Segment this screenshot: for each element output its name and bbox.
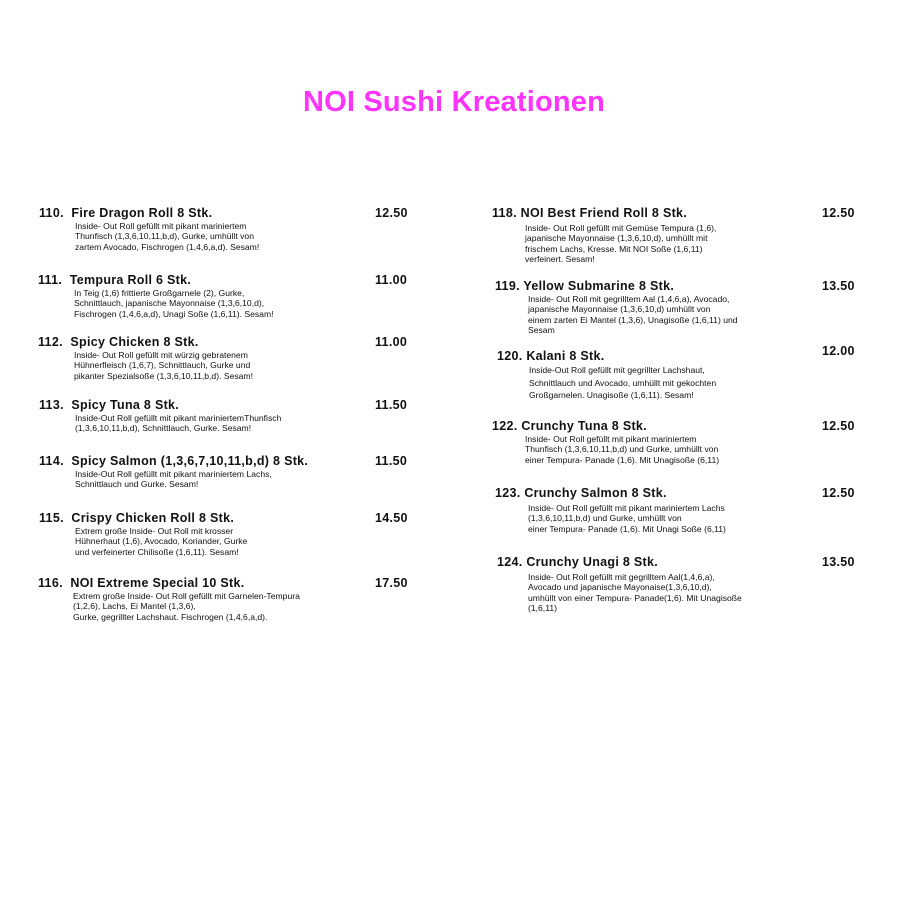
- menu-item-115: 115. Crispy Chicken Roll 8 Stk. 14.50 Ex…: [39, 511, 414, 557]
- item-name: 119. Yellow Submarine 8 Stk.: [495, 279, 675, 293]
- item-description: Inside- Out Roll gefüllt mit würzig gebr…: [74, 350, 253, 381]
- menu-item-119: 119. Yellow Submarine 8 Stk. 13.50 Insid…: [495, 279, 862, 335]
- item-name: 113. Spicy Tuna 8 Stk.: [39, 398, 180, 412]
- item-name: 111. Tempura Roll 6 Stk.: [38, 273, 192, 287]
- item-description: Inside- Out Roll gefüllt mit gegrilltem …: [528, 572, 742, 614]
- item-name: 116. NOI Extreme Special 10 Stk.: [38, 576, 245, 590]
- item-price: 12.50: [822, 206, 855, 220]
- menu-item-113: 113. Spicy Tuna 8 Stk. 11.50 Inside-Out …: [39, 398, 414, 433]
- item-price: 13.50: [822, 555, 855, 569]
- menu-item-112: 112. Spicy Chicken 8 Stk. 11.00 Inside- …: [38, 335, 414, 381]
- menu-item-118: 118. NOI Best Friend Roll 8 Stk. 12.50 I…: [492, 206, 862, 264]
- item-description: Extrem große Inside- Out Roll gefüllt mi…: [73, 591, 300, 622]
- item-name: 114. Spicy Salmon (1,3,6,7,10,11,b,d) 8 …: [39, 454, 309, 468]
- menu-item-111: 111. Tempura Roll 6 Stk. 11.00 In Teig (…: [38, 273, 414, 319]
- page-title: NOI Sushi Kreationen: [302, 86, 606, 118]
- menu-item-122: 122. Crunchy Tuna 8 Stk. 12.50 Inside- O…: [492, 419, 862, 465]
- menu-item-123: 123. Crunchy Salmon 8 Stk. 12.50 Inside-…: [495, 486, 862, 534]
- item-description: Inside-Out Roll gefüllt mit pikant marin…: [75, 413, 282, 434]
- item-price: 12.50: [822, 486, 855, 500]
- menu-item-116: 116. NOI Extreme Special 10 Stk. 17.50 E…: [38, 576, 414, 622]
- item-name: 115. Crispy Chicken Roll 8 Stk.: [39, 511, 235, 525]
- item-description: Inside-Out Roll gefüllt mit pikant marin…: [75, 469, 272, 490]
- item-name: 120. Kalani 8 Stk.: [497, 349, 605, 363]
- item-price: 12.00: [822, 344, 855, 358]
- item-description: Inside- Out Roll gefüllt mit pikant mari…: [75, 221, 260, 252]
- item-description: In Teig (1,6) frittierte Großgarnele (2)…: [74, 288, 274, 319]
- item-price: 11.00: [375, 273, 408, 287]
- item-price: 12.50: [375, 206, 408, 220]
- item-price: 14.50: [375, 511, 408, 525]
- item-description: Inside- Out Roll mit gegrilltem Aal (1,4…: [528, 294, 738, 336]
- item-name: 123. Crunchy Salmon 8 Stk.: [495, 486, 667, 500]
- item-name: 110. Fire Dragon Roll 8 Stk.: [39, 206, 213, 220]
- menu-item-114: 114. Spicy Salmon (1,3,6,7,10,11,b,d) 8 …: [39, 454, 414, 489]
- item-description: Inside-Out Roll gefüllt mit gegrillter L…: [529, 365, 717, 401]
- item-name: 118. NOI Best Friend Roll 8 Stk.: [492, 206, 688, 220]
- item-price: 12.50: [822, 419, 855, 433]
- item-price: 11.50: [375, 454, 408, 468]
- item-description: Extrem große Inside- Out Roll mit krosse…: [75, 526, 248, 557]
- item-price: 17.50: [375, 576, 408, 590]
- menu-item-110: 110. Fire Dragon Roll 8 Stk. 12.50 Insid…: [39, 206, 414, 252]
- item-name: 112. Spicy Chicken 8 Stk.: [38, 335, 199, 349]
- item-description: Inside- Out Roll gefüllt mit pikant mari…: [528, 503, 726, 534]
- menu-item-124: 124. Crunchy Unagi 8 Stk. 13.50 Inside- …: [497, 555, 862, 613]
- item-description: Inside- Out Roll gefüllt mit Gemüse Temp…: [525, 223, 717, 265]
- menu-item-120: 120. Kalani 8 Stk. 12.00 Inside-Out Roll…: [497, 344, 862, 400]
- item-name: 122. Crunchy Tuna 8 Stk.: [492, 419, 647, 433]
- item-price: 13.50: [822, 279, 855, 293]
- item-price: 11.00: [375, 335, 408, 349]
- item-name: 124. Crunchy Unagi 8 Stk.: [497, 555, 659, 569]
- item-description: Inside- Out Roll gefüllt mit pikant mari…: [525, 434, 720, 465]
- item-price: 11.50: [375, 398, 408, 412]
